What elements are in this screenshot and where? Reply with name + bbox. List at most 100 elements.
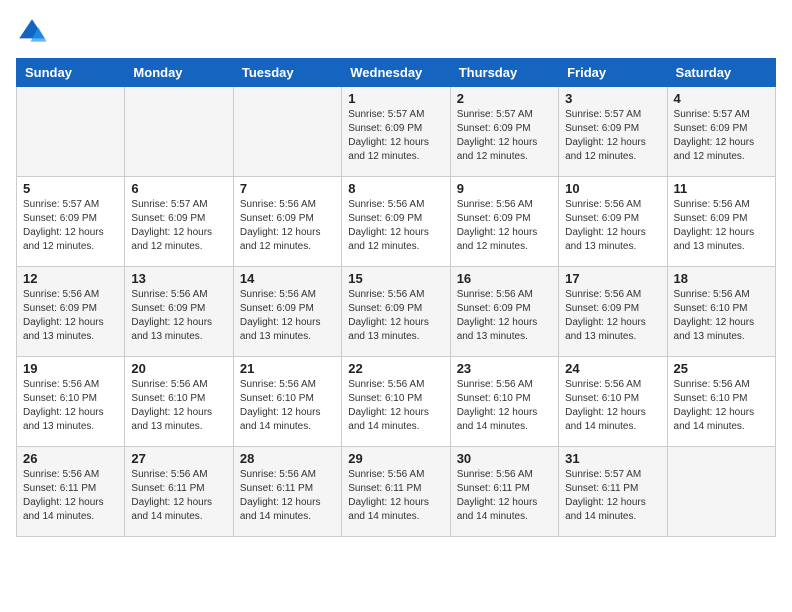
day-number: 6 [131,181,226,196]
day-number: 12 [23,271,118,286]
day-info: Sunrise: 5:57 AM Sunset: 6:09 PM Dayligh… [348,108,443,164]
calendar-table: SundayMondayTuesdayWednesdayThursdayFrid… [16,58,776,537]
day-number: 26 [23,451,118,466]
day-header-monday: Monday [125,59,233,87]
day-header-friday: Friday [559,59,667,87]
day-info: Sunrise: 5:56 AM Sunset: 6:09 PM Dayligh… [674,198,769,254]
day-number: 25 [674,361,769,376]
day-number: 5 [23,181,118,196]
day-info: Sunrise: 5:56 AM Sunset: 6:10 PM Dayligh… [565,378,660,434]
day-header-saturday: Saturday [667,59,775,87]
day-number: 17 [565,271,660,286]
calendar-cell: 18 Sunrise: 5:56 AM Sunset: 6:10 PM Dayli… [667,267,775,357]
day-number: 8 [348,181,443,196]
day-number: 29 [348,451,443,466]
day-number: 10 [565,181,660,196]
calendar-cell: 20 Sunrise: 5:56 AM Sunset: 6:10 PM Dayli… [125,357,233,447]
calendar-cell [667,447,775,537]
calendar-cell: 4 Sunrise: 5:57 AM Sunset: 6:09 PM Daylig… [667,87,775,177]
day-info: Sunrise: 5:56 AM Sunset: 6:10 PM Dayligh… [674,288,769,344]
calendar-cell: 31 Sunrise: 5:57 AM Sunset: 6:11 PM Dayli… [559,447,667,537]
day-number: 4 [674,91,769,106]
calendar-cell: 24 Sunrise: 5:56 AM Sunset: 6:10 PM Dayli… [559,357,667,447]
day-number: 1 [348,91,443,106]
calendar-cell: 19 Sunrise: 5:56 AM Sunset: 6:10 PM Dayli… [17,357,125,447]
calendar-cell: 5 Sunrise: 5:57 AM Sunset: 6:09 PM Daylig… [17,177,125,267]
day-info: Sunrise: 5:57 AM Sunset: 6:09 PM Dayligh… [457,108,552,164]
day-info: Sunrise: 5:56 AM Sunset: 6:11 PM Dayligh… [348,468,443,524]
day-number: 9 [457,181,552,196]
day-info: Sunrise: 5:56 AM Sunset: 6:09 PM Dayligh… [565,198,660,254]
calendar-cell: 16 Sunrise: 5:56 AM Sunset: 6:09 PM Dayli… [450,267,558,357]
day-number: 28 [240,451,335,466]
day-number: 21 [240,361,335,376]
calendar-cell: 7 Sunrise: 5:56 AM Sunset: 6:09 PM Daylig… [233,177,341,267]
day-info: Sunrise: 5:56 AM Sunset: 6:11 PM Dayligh… [240,468,335,524]
day-info: Sunrise: 5:56 AM Sunset: 6:10 PM Dayligh… [348,378,443,434]
day-info: Sunrise: 5:56 AM Sunset: 6:11 PM Dayligh… [457,468,552,524]
calendar-cell: 10 Sunrise: 5:56 AM Sunset: 6:09 PM Dayli… [559,177,667,267]
day-number: 30 [457,451,552,466]
calendar-cell: 22 Sunrise: 5:56 AM Sunset: 6:10 PM Dayli… [342,357,450,447]
calendar-cell: 1 Sunrise: 5:57 AM Sunset: 6:09 PM Daylig… [342,87,450,177]
day-number: 14 [240,271,335,286]
day-info: Sunrise: 5:56 AM Sunset: 6:10 PM Dayligh… [240,378,335,434]
calendar-cell: 17 Sunrise: 5:56 AM Sunset: 6:09 PM Dayli… [559,267,667,357]
day-number: 3 [565,91,660,106]
day-info: Sunrise: 5:56 AM Sunset: 6:10 PM Dayligh… [23,378,118,434]
day-info: Sunrise: 5:56 AM Sunset: 6:10 PM Dayligh… [457,378,552,434]
day-number: 19 [23,361,118,376]
calendar-cell: 15Sunrise: 5:56 AM Sunset: 6:09 PM Dayli… [342,267,450,357]
day-info: Sunrise: 5:56 AM Sunset: 6:11 PM Dayligh… [131,468,226,524]
calendar-cell: 8 Sunrise: 5:56 AM Sunset: 6:09 PM Daylig… [342,177,450,267]
day-number: 23 [457,361,552,376]
day-number: 27 [131,451,226,466]
day-info: Sunrise: 5:56 AM Sunset: 6:09 PM Dayligh… [240,198,335,254]
day-info: Sunrise: 5:56 AM Sunset: 6:09 PM Dayligh… [457,288,552,344]
calendar-cell: 6 Sunrise: 5:57 AM Sunset: 6:09 PM Daylig… [125,177,233,267]
day-number: 22 [348,361,443,376]
day-info: Sunrise: 5:57 AM Sunset: 6:09 PM Dayligh… [23,198,118,254]
day-header-wednesday: Wednesday [342,59,450,87]
day-number: 24 [565,361,660,376]
calendar-cell: 25Sunrise: 5:56 AM Sunset: 6:10 PM Dayli… [667,357,775,447]
day-info: Sunrise: 5:56 AM Sunset: 6:09 PM Dayligh… [565,288,660,344]
calendar-cell: 9Sunrise: 5:56 AM Sunset: 6:09 PM Daylig… [450,177,558,267]
day-number: 7 [240,181,335,196]
calendar-cell: 13 Sunrise: 5:56 AM Sunset: 6:09 PM Dayli… [125,267,233,357]
day-number: 11 [674,181,769,196]
day-info: Sunrise: 5:56 AM Sunset: 6:09 PM Dayligh… [131,288,226,344]
calendar-cell: 26Sunrise: 5:56 AM Sunset: 6:11 PM Dayli… [17,447,125,537]
page-header [16,16,776,48]
day-info: Sunrise: 5:57 AM Sunset: 6:11 PM Dayligh… [565,468,660,524]
day-info: Sunrise: 5:56 AM Sunset: 6:09 PM Dayligh… [348,288,443,344]
day-info: Sunrise: 5:57 AM Sunset: 6:09 PM Dayligh… [131,198,226,254]
calendar-cell: 21 Sunrise: 5:56 AM Sunset: 6:10 PM Dayli… [233,357,341,447]
day-number: 18 [674,271,769,286]
day-info: Sunrise: 5:56 AM Sunset: 6:09 PM Dayligh… [348,198,443,254]
day-number: 31 [565,451,660,466]
logo [16,16,52,48]
calendar-cell [17,87,125,177]
calendar-cell: 2 Sunrise: 5:57 AM Sunset: 6:09 PM Daylig… [450,87,558,177]
calendar-cell: 14Sunrise: 5:56 AM Sunset: 6:09 PM Dayli… [233,267,341,357]
calendar-cell: 3Sunrise: 5:57 AM Sunset: 6:09 PM Daylig… [559,87,667,177]
day-number: 20 [131,361,226,376]
day-header-sunday: Sunday [17,59,125,87]
day-info: Sunrise: 5:56 AM Sunset: 6:09 PM Dayligh… [23,288,118,344]
calendar-cell [233,87,341,177]
day-number: 13 [131,271,226,286]
logo-icon [16,16,48,48]
day-number: 2 [457,91,552,106]
calendar-cell [125,87,233,177]
calendar-cell: 11 Sunrise: 5:56 AM Sunset: 6:09 PM Dayli… [667,177,775,267]
day-header-thursday: Thursday [450,59,558,87]
day-number: 16 [457,271,552,286]
calendar-cell: 29 Sunrise: 5:56 AM Sunset: 6:11 PM Dayli… [342,447,450,537]
day-info: Sunrise: 5:57 AM Sunset: 6:09 PM Dayligh… [674,108,769,164]
day-header-tuesday: Tuesday [233,59,341,87]
calendar-cell: 30 Sunrise: 5:56 AM Sunset: 6:11 PM Dayli… [450,447,558,537]
calendar-cell: 12 Sunrise: 5:56 AM Sunset: 6:09 PM Dayli… [17,267,125,357]
day-info: Sunrise: 5:56 AM Sunset: 6:10 PM Dayligh… [131,378,226,434]
calendar-cell: 28 Sunrise: 5:56 AM Sunset: 6:11 PM Dayli… [233,447,341,537]
